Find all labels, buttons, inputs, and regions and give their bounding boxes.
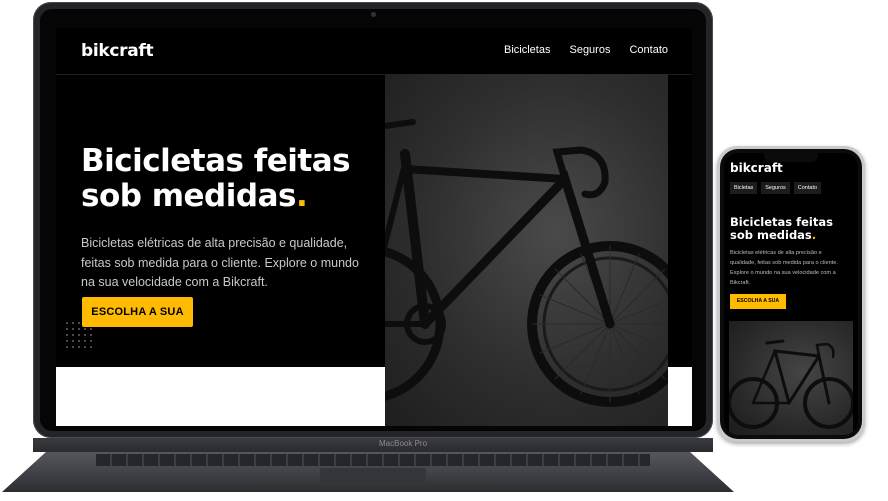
nav-link-contato[interactable]: Contato — [629, 44, 668, 56]
site-logo[interactable]: bikcraft — [81, 41, 154, 61]
mobile-hero-title-dot: . — [811, 228, 817, 242]
phone-screen: bikcraft Bicletas Seguros Contato Bicicl… — [724, 153, 858, 435]
main-nav: Bicicletas Seguros Contato — [504, 44, 668, 56]
bike-photo — [385, 74, 668, 426]
laptop-model-label: MacBook Pro — [379, 439, 428, 448]
hero-description: Bicicletas elétricas de alta precisão e … — [81, 236, 359, 289]
mobile-site-logo[interactable]: bikcraft — [730, 161, 783, 175]
hero-title-line-1: Bicicletas feitas — [81, 143, 351, 179]
hero-title: Bicicletas feitas sob medidas. — [81, 144, 381, 214]
bicycle-image — [385, 119, 668, 407]
trackpad — [320, 468, 426, 484]
mobile-nav-link-bicicletas[interactable]: Bicletas — [730, 182, 758, 194]
mobile-nav: Bicletas Seguros Contato — [730, 182, 822, 194]
laptop-hinge: MacBook Pro — [33, 438, 713, 452]
mobile-escolha-a-sua-button[interactable]: ESCOLHA A SUA — [730, 294, 786, 309]
laptop-screen: bikcraft Bicicletas Seguros Contato Bici… — [56, 28, 692, 426]
mobile-hero-title: Bicicletas feitas sob medidas. — [730, 216, 856, 242]
white-section-left — [56, 367, 385, 426]
mobile-nav-link-seguros[interactable]: Seguros — [761, 182, 790, 194]
keyboard-keys — [96, 454, 650, 466]
mobile-hero-title-text: Bicicletas feitas sob medidas — [730, 215, 833, 242]
white-section-right — [668, 367, 692, 426]
mobile-nav-link-contato[interactable]: Contato — [793, 182, 822, 194]
escolha-a-sua-button[interactable]: ESCOLHA A SUA — [82, 297, 193, 327]
hero-title-line-2: sob medidas — [81, 178, 296, 214]
mobile-bicycle-image — [729, 339, 853, 429]
nav-link-seguros[interactable]: Seguros — [569, 44, 610, 56]
camera-icon — [371, 12, 376, 17]
mobile-bike-photo — [729, 321, 853, 435]
hero-title-dot: . — [295, 178, 308, 214]
laptop-base: MacBook Pro — [0, 438, 888, 498]
mobile-hero-description: Bicicletas elétricas de alta precisão e … — [730, 250, 838, 286]
site-header: bikcraft Bicicletas Seguros Contato — [56, 28, 692, 75]
nav-link-bicicletas[interactable]: Bicicletas — [504, 44, 550, 56]
